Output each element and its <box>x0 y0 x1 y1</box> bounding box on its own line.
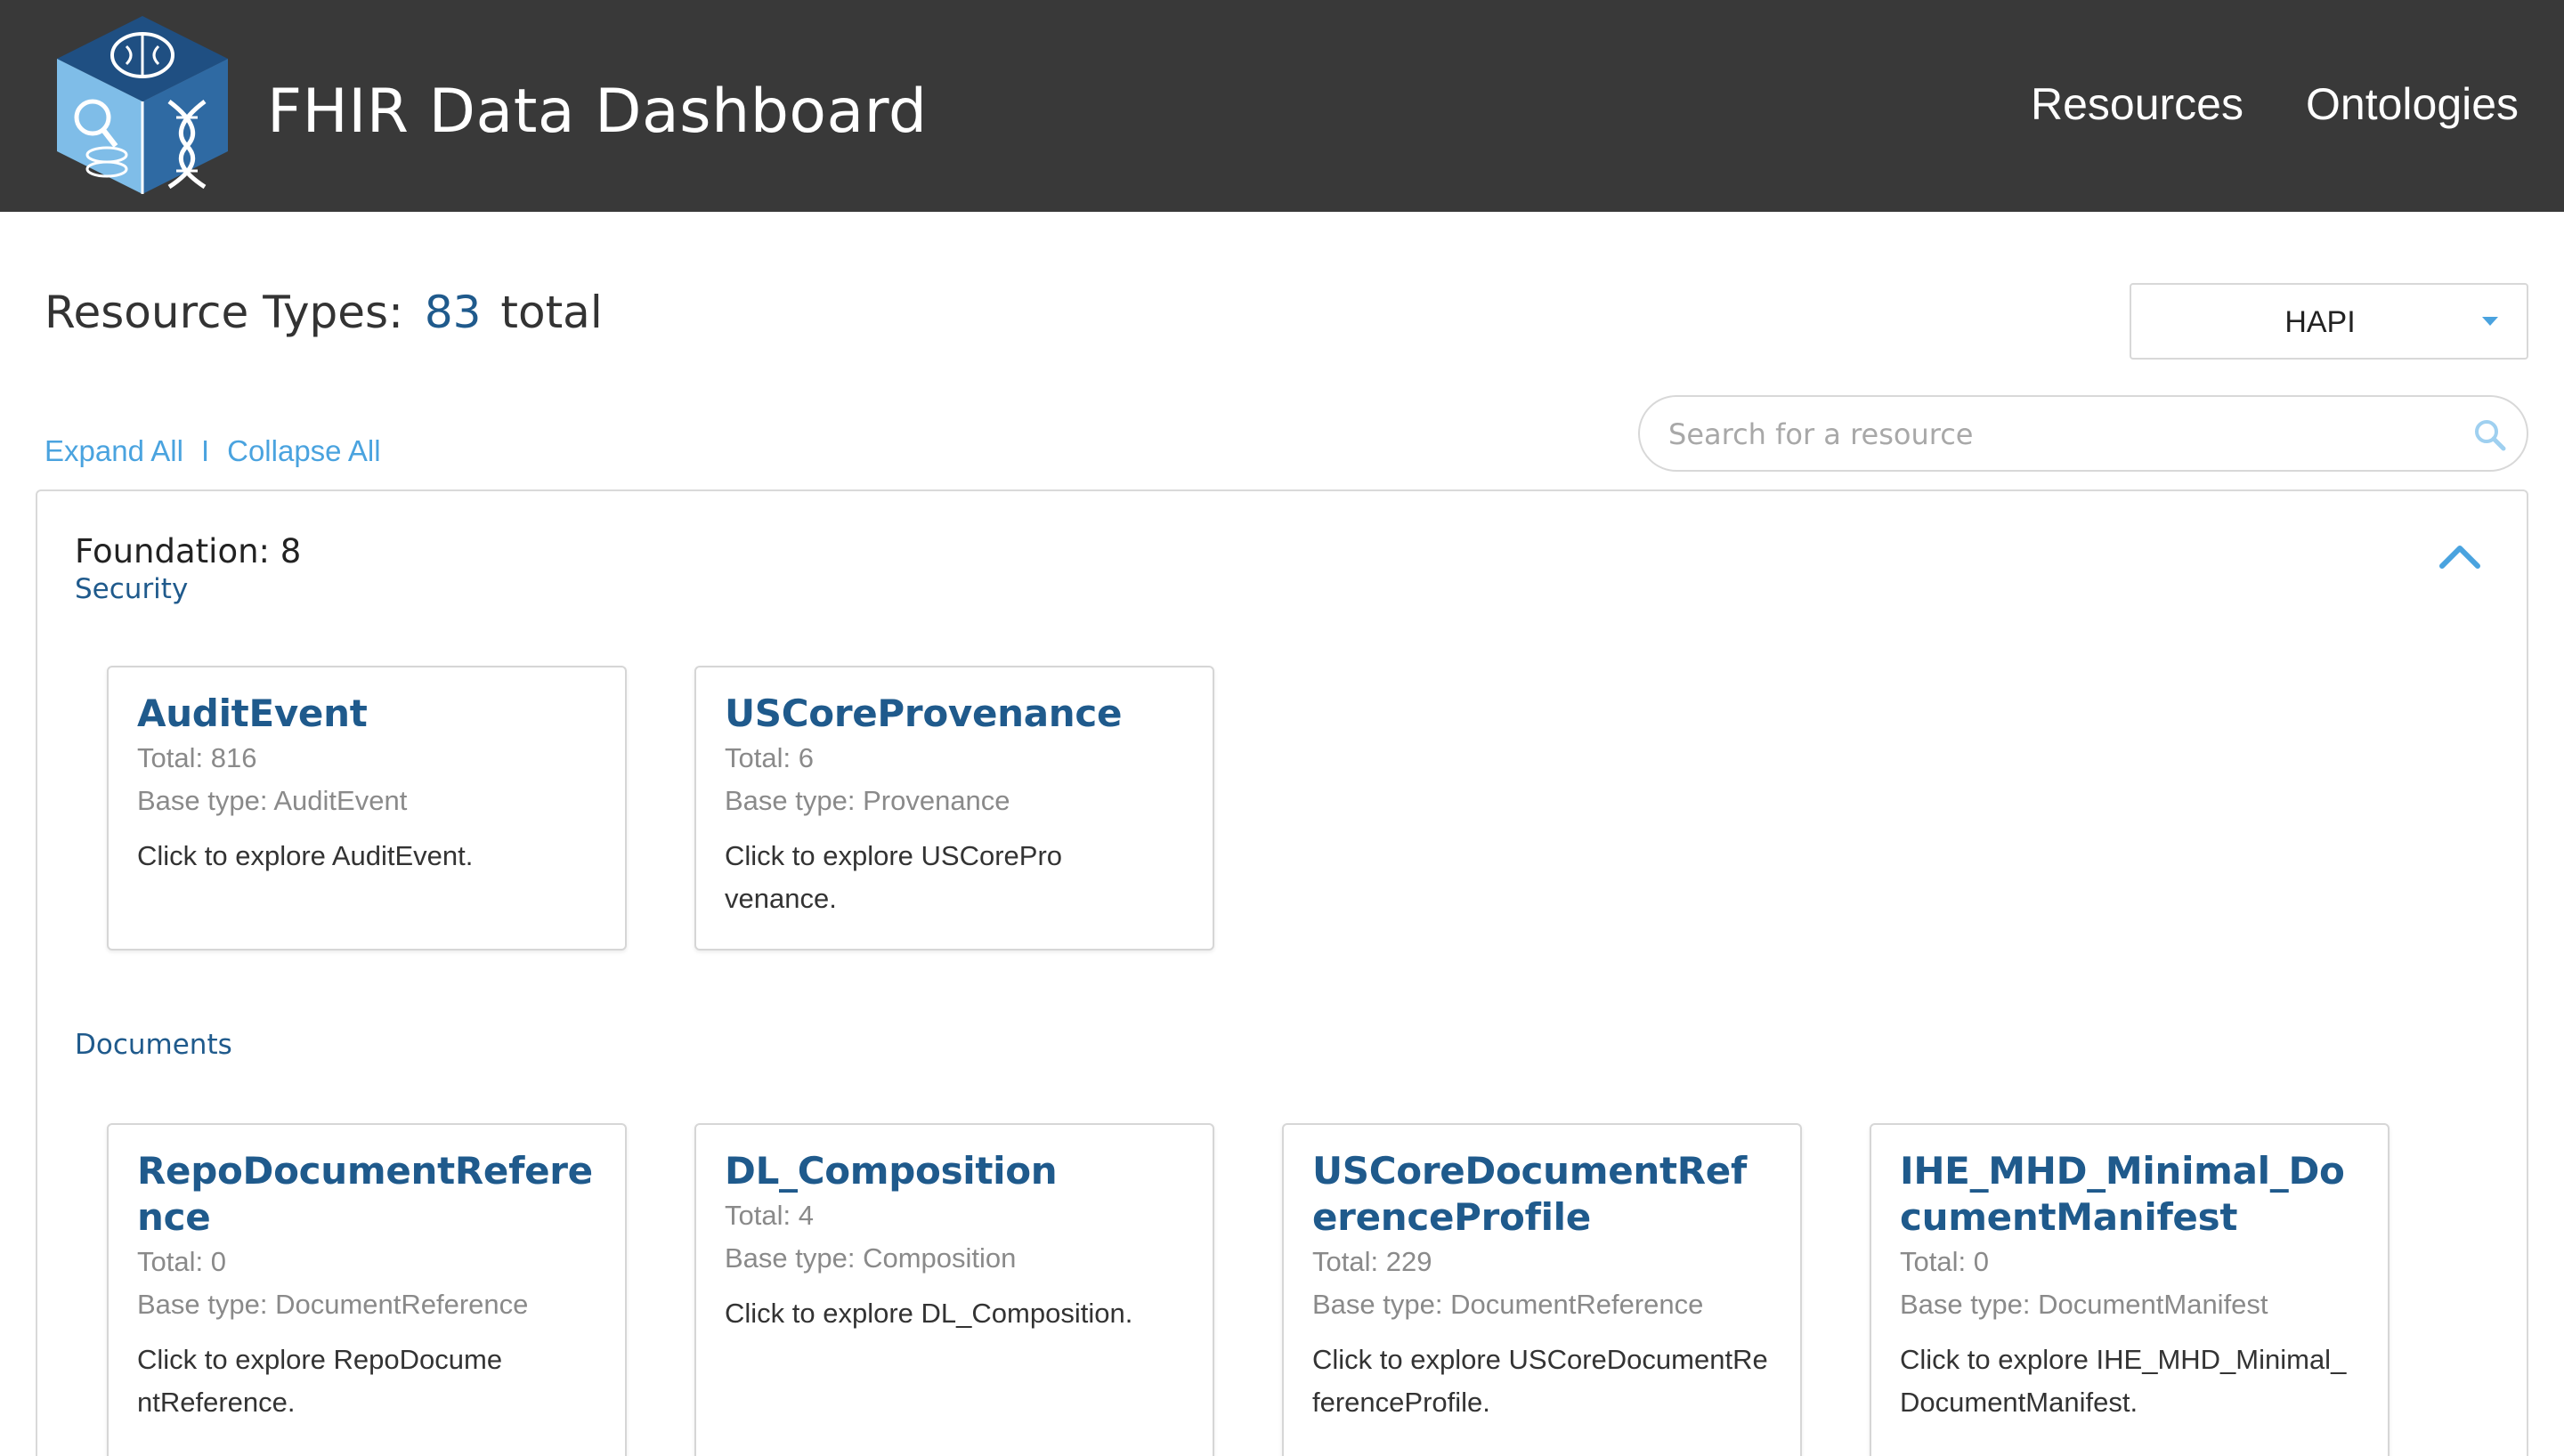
subgroup-documents-heading: Documents <box>75 1029 232 1061</box>
resource-types-label: Resource Types: <box>45 287 403 338</box>
card-base-type: Base type: DocumentReference <box>137 1289 529 1320</box>
card-total: Total: 229 <box>1312 1246 1432 1277</box>
resource-types-suffix: total <box>500 287 603 338</box>
caret-down-icon <box>2482 317 2498 326</box>
foundation-group-panel: Foundation: 8 Security AuditEvent Total:… <box>36 489 2528 1456</box>
card-description: Click to explore DL_Composition. <box>725 1298 1133 1329</box>
server-select-value: HAPI <box>2284 305 2356 339</box>
app-title: FHIR Data Dashboard <box>267 77 928 147</box>
resource-card-auditevent[interactable]: AuditEvent Total: 816 Base type: AuditEv… <box>107 666 627 950</box>
search-input[interactable] <box>1668 413 2452 456</box>
resource-card-uscoredocumentreferenceprofile[interactable]: USCoreDocumentReferenceProfile Total: 22… <box>1282 1123 1802 1456</box>
card-total: Total: 4 <box>725 1200 814 1231</box>
card-description: Click to explore USCoreProvenance. <box>725 840 1063 914</box>
expand-all-link[interactable]: Expand All <box>45 434 183 467</box>
card-total: Total: 0 <box>137 1246 226 1277</box>
search-icon[interactable] <box>2473 418 2507 452</box>
collapse-all-link[interactable]: Collapse All <box>227 434 380 467</box>
fhir-cube-logo-icon[interactable] <box>53 12 231 198</box>
card-total: Total: 816 <box>137 742 257 773</box>
nav-ontologies-link[interactable]: Ontologies <box>2306 78 2519 130</box>
group-title: Foundation: 8 <box>75 532 302 570</box>
card-title[interactable]: IHE_MHD_Minimal_DocumentManifest <box>1900 1148 2359 1241</box>
search-box <box>1638 395 2528 472</box>
card-title[interactable]: DL_Composition <box>725 1148 1184 1194</box>
subgroup-security-heading: Security <box>75 573 189 605</box>
card-base-type: Base type: DocumentManifest <box>1900 1289 2268 1320</box>
resource-card-repodocumentreference[interactable]: RepoDocumentReference Total: 0 Base type… <box>107 1123 627 1456</box>
card-description: Click to explore RepoDocumentReference. <box>137 1344 503 1418</box>
card-title[interactable]: USCoreDocumentReferenceProfile <box>1312 1148 1772 1241</box>
card-description: Click to explore USCoreDocumentReference… <box>1312 1344 1768 1418</box>
card-description: Click to explore IHE_MHD_Minimal_Documen… <box>1900 1344 2347 1418</box>
card-title[interactable]: RepoDocumentReference <box>137 1148 596 1241</box>
card-base-type: Base type: Provenance <box>725 785 1010 816</box>
resource-card-uscoreprovenance[interactable]: USCoreProvenance Total: 6 Base type: Pro… <box>694 666 1214 950</box>
resource-types-count: 83 <box>424 287 482 338</box>
card-base-type: Base type: AuditEvent <box>137 785 408 816</box>
resource-types-summary: Resource Types: 83 total <box>45 287 603 338</box>
card-total: Total: 6 <box>725 742 814 773</box>
resource-card-dl-composition[interactable]: DL_Composition Total: 4 Base type: Compo… <box>694 1123 1214 1456</box>
card-title[interactable]: USCoreProvenance <box>725 691 1184 737</box>
top-navbar: FHIR Data Dashboard Resources Ontologies <box>0 0 2564 212</box>
resource-card-ihe-mhd-minimal-documentmanifest[interactable]: IHE_MHD_Minimal_DocumentManifest Total: … <box>1870 1123 2390 1456</box>
expand-collapse-controls: Expand All I Collapse All <box>45 434 381 468</box>
server-select-dropdown[interactable]: HAPI <box>2130 283 2528 360</box>
separator: I <box>200 434 210 467</box>
chevron-up-icon[interactable] <box>2438 543 2482 570</box>
card-total: Total: 0 <box>1900 1246 1989 1277</box>
card-title[interactable]: AuditEvent <box>137 691 596 737</box>
card-base-type: Base type: Composition <box>725 1242 1017 1274</box>
nav-resources-link[interactable]: Resources <box>2031 78 2244 130</box>
card-description: Click to explore AuditEvent. <box>137 840 474 871</box>
card-base-type: Base type: DocumentReference <box>1312 1289 1704 1320</box>
